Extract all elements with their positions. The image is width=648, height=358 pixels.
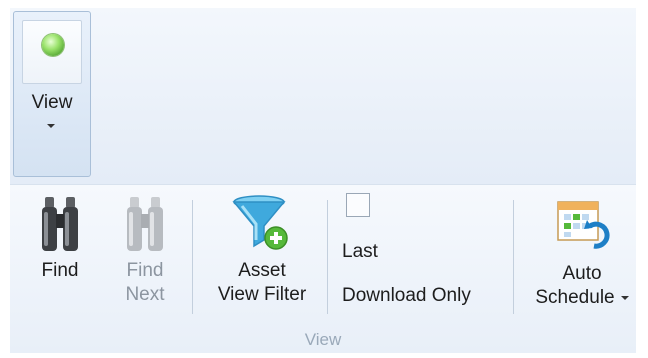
- find-next-label-line2: Next: [125, 284, 165, 305]
- funnel-add-icon: [232, 195, 288, 250]
- separator: [327, 200, 328, 314]
- auto-schedule-label-line2: Schedule: [526, 286, 638, 310]
- find-button[interactable]: Find: [32, 194, 88, 283]
- auto-schedule-label-text: Schedule: [535, 287, 615, 308]
- find-label: Find: [41, 260, 79, 281]
- separator: [192, 200, 193, 314]
- view-button-label: View: [31, 92, 73, 113]
- last-download-only-label[interactable]: Last Download Only: [342, 240, 471, 308]
- last-download-only-checkbox[interactable]: [346, 193, 370, 217]
- ribbon-top-band: [10, 8, 636, 184]
- chevron-down-icon: [620, 295, 629, 300]
- find-next-label-line1: Find: [126, 260, 164, 281]
- asset-view-filter-label-line1: Asset: [238, 260, 286, 281]
- asset-view-filter-button[interactable]: Asset View Filter: [206, 194, 318, 307]
- find-next-button[interactable]: Find Next: [114, 194, 176, 307]
- auto-schedule-button[interactable]: Auto Schedule: [526, 196, 638, 310]
- calendar-schedule-icon: [557, 201, 610, 249]
- separator: [513, 200, 514, 314]
- green-dot-icon: [42, 34, 64, 56]
- last-download-only-line2: Download Only: [342, 285, 471, 306]
- binoculars-icon: [42, 197, 78, 251]
- chevron-down-icon: [47, 124, 55, 128]
- asset-view-filter-label-line2: View Filter: [217, 284, 307, 305]
- auto-schedule-label-line1: Auto: [562, 263, 602, 284]
- group-label-view: View: [304, 330, 342, 349]
- view-icon-frame: [22, 20, 82, 84]
- binoculars-disabled-icon: [127, 197, 163, 251]
- last-download-only-line1: Last: [342, 241, 378, 262]
- view-dropdown-button[interactable]: View: [13, 11, 91, 177]
